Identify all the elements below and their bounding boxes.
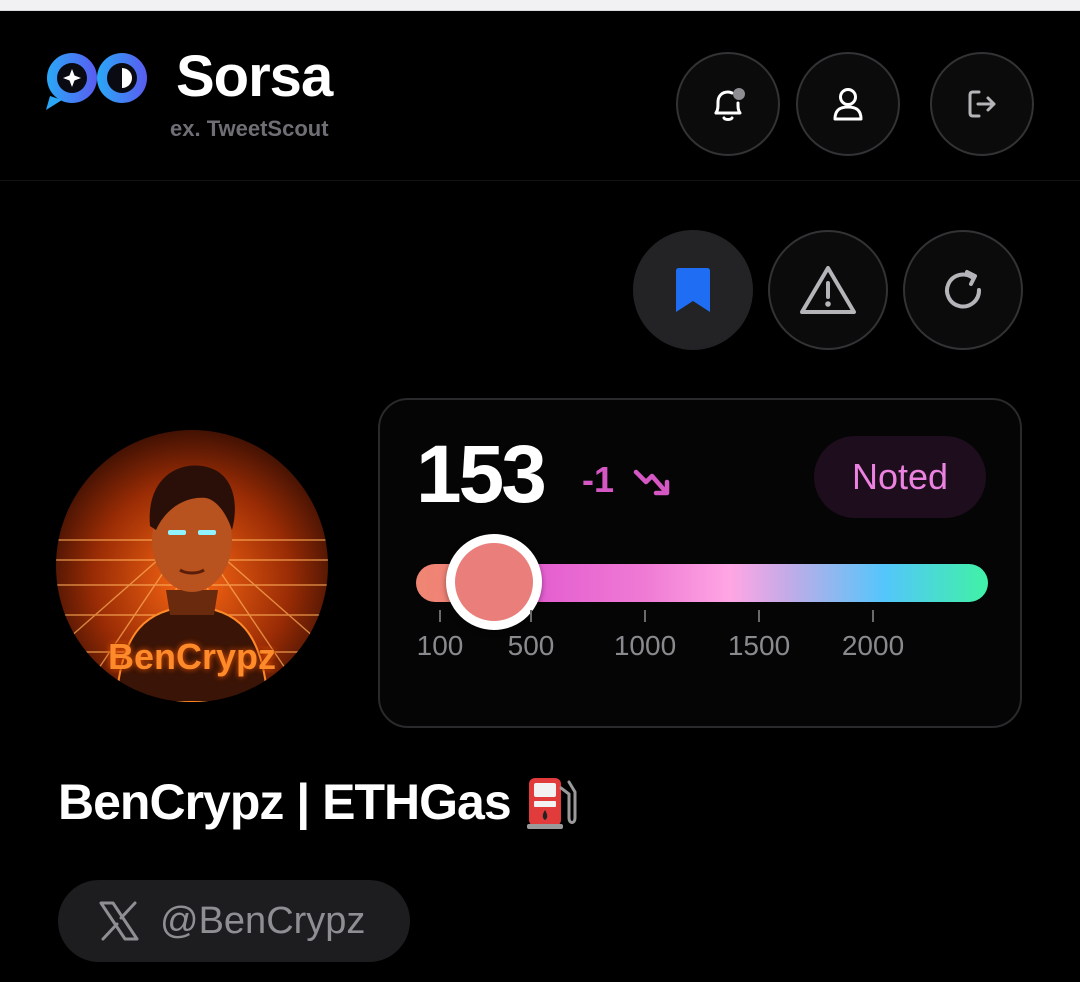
- tick-mark: [439, 610, 441, 622]
- score-value: 153: [416, 429, 547, 520]
- twitter-handle-link[interactable]: @BenCrypz: [58, 880, 410, 962]
- bookmark-icon: [676, 268, 710, 312]
- tick-label: 500: [507, 630, 555, 661]
- tick-label: 100: [416, 630, 464, 661]
- tick-label: 1000: [613, 630, 677, 661]
- bookmark-button[interactable]: [633, 230, 753, 350]
- score-delta: -1: [582, 459, 615, 500]
- report-button[interactable]: [768, 230, 888, 350]
- warning-icon: [800, 266, 856, 314]
- tick-label: 2000: [841, 630, 905, 661]
- user-icon: [833, 88, 863, 121]
- x-logo-icon: [99, 901, 139, 941]
- logout-icon: [968, 90, 996, 118]
- display-name-text: BenCrypz | ETHGas: [58, 774, 512, 830]
- tick-mark: [530, 610, 532, 622]
- tick-mark: [644, 610, 646, 622]
- tick-mark: [872, 610, 874, 622]
- avatar: BenCrypz: [56, 430, 328, 702]
- score-card: 153 -1 Noted 100 500 1000 1500 2000: [378, 398, 1022, 728]
- handle-text: @BenCrypz: [160, 899, 366, 942]
- profile-display-name: BenCrypz | ETHGas: [58, 772, 579, 832]
- trend-down-icon: [633, 469, 670, 496]
- avatar-caption: BenCrypz: [107, 636, 277, 677]
- tick-label: 1500: [727, 630, 791, 661]
- refresh-button[interactable]: [903, 230, 1023, 350]
- logout-button[interactable]: [930, 52, 1034, 156]
- app-header: Sorsa ex. TweetScout: [0, 10, 1080, 181]
- level-badge: Noted: [814, 436, 986, 518]
- app-name: Sorsa: [176, 44, 333, 109]
- notifications-button[interactable]: [676, 52, 780, 156]
- fuel-pump-icon: [526, 778, 577, 829]
- app-subtitle: ex. TweetScout: [170, 116, 329, 141]
- refresh-icon: [945, 270, 982, 309]
- bell-notification-icon: [714, 88, 745, 121]
- tick-mark: [758, 610, 760, 622]
- profile-button[interactable]: [796, 52, 900, 156]
- score-slider-knob[interactable]: [446, 534, 542, 630]
- sorsa-logo-icon[interactable]: [44, 46, 152, 114]
